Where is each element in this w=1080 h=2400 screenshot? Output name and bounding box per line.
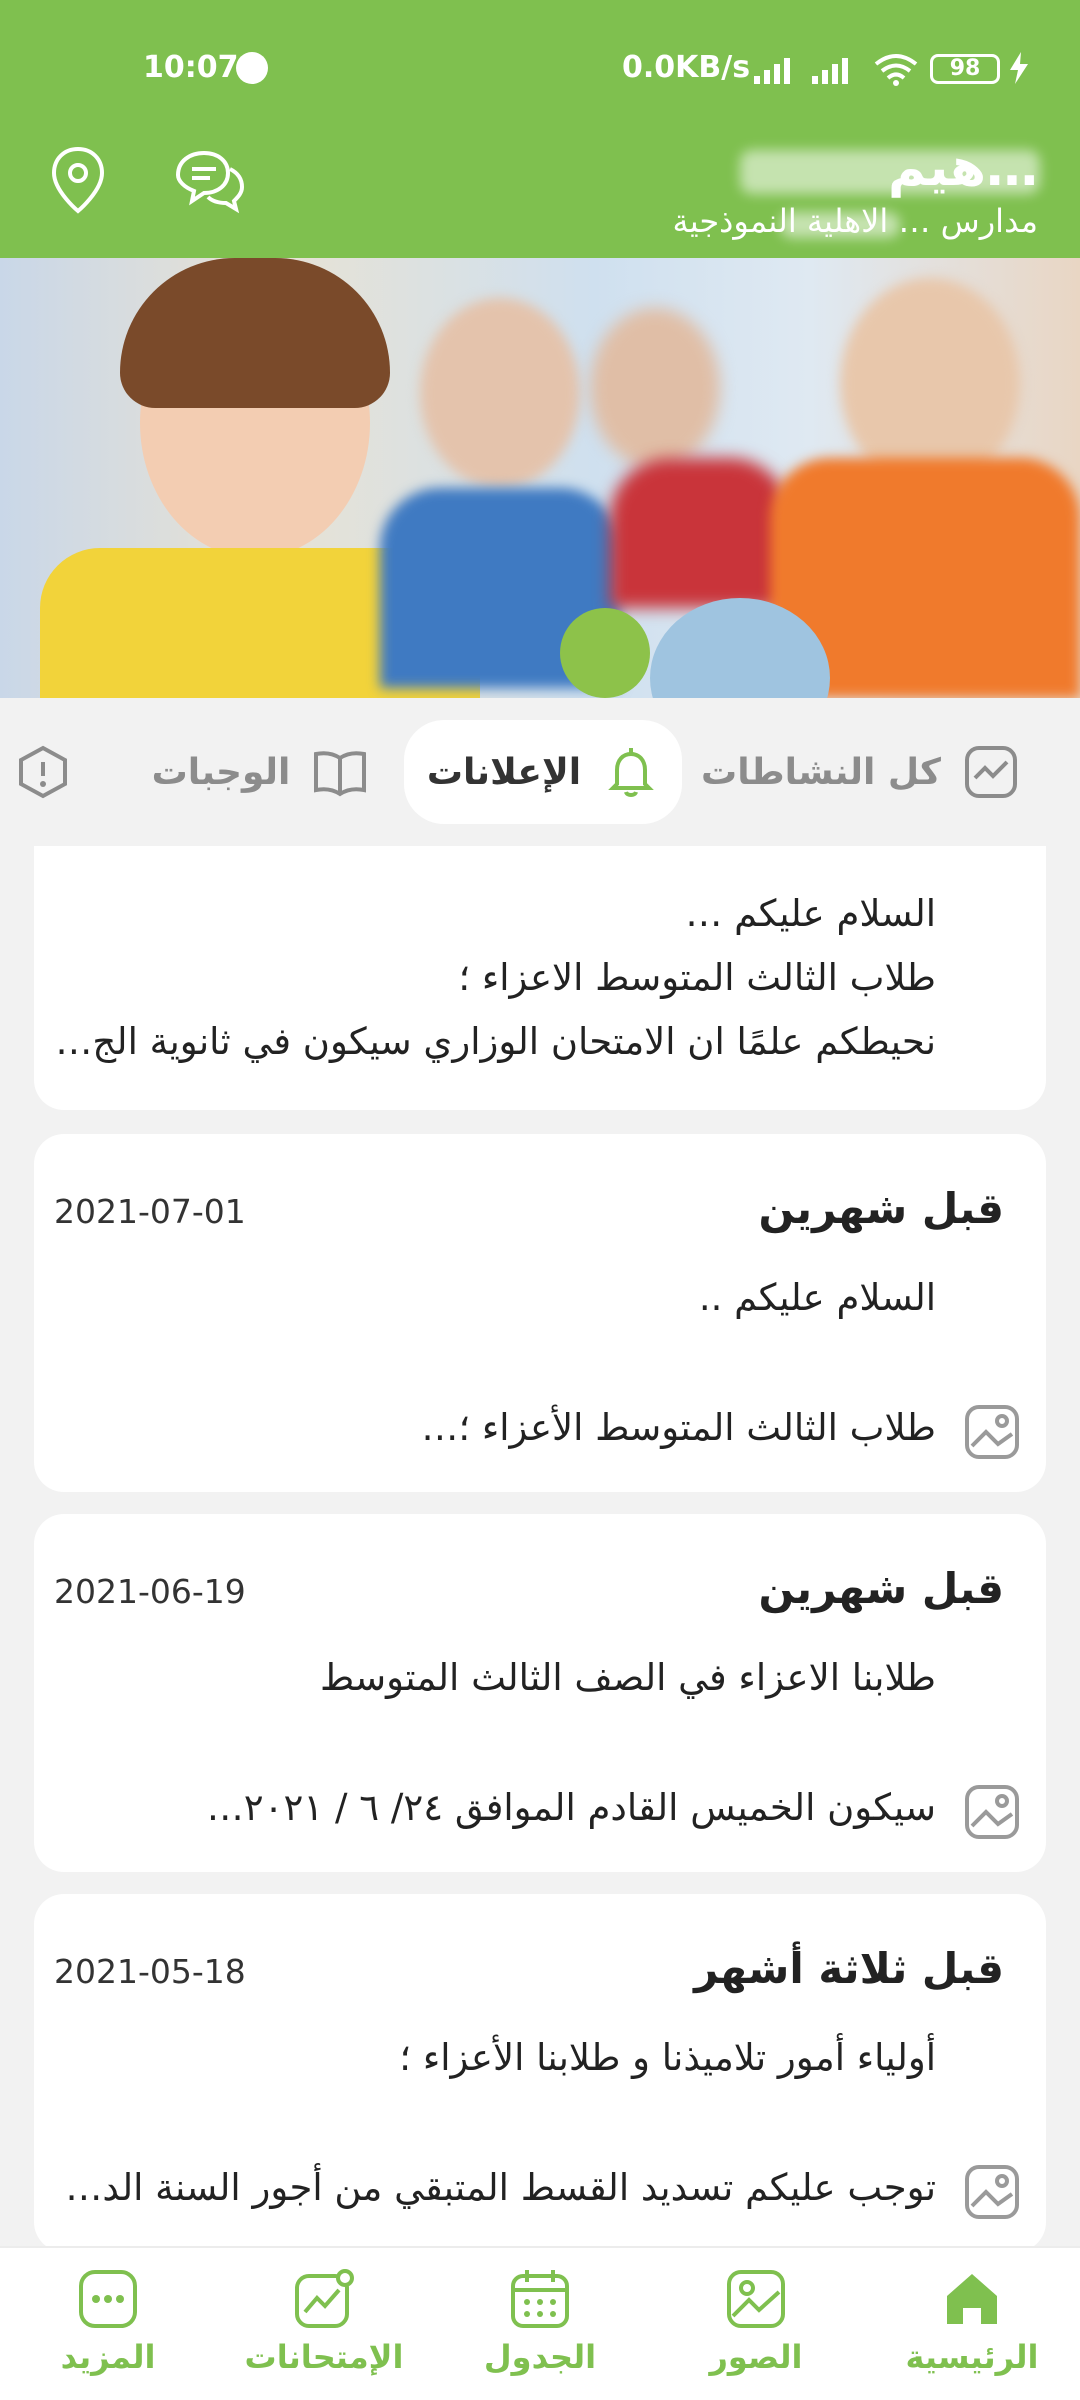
nav-photos[interactable]: الصور (656, 2268, 856, 2376)
signal-icon (812, 58, 848, 84)
net-speed: 0.0KB/s (622, 50, 751, 85)
announcement-card[interactable]: قبل ثلاثة أشهر 2021-05-18 أولياء أمور تل… (34, 1894, 1046, 2246)
hero-banner (0, 258, 1080, 698)
image-icon (965, 1405, 1019, 1459)
sim-icon (236, 52, 268, 84)
bell-icon (608, 748, 654, 797)
battery-icon: 98 (930, 54, 1000, 84)
nav-label: الجدول (483, 2338, 597, 2376)
announcement-card[interactable]: السلام عليكم … طلاب الثالث المتوسط الاعز… (34, 846, 1046, 1110)
time-ago: قبل شهرين (758, 1184, 1004, 1233)
tab-label: الوجبات (151, 751, 291, 793)
redacted-blur (780, 212, 900, 238)
announcement-date: 2021-05-18 (54, 1952, 246, 1991)
calendar-icon (511, 2270, 569, 2328)
activity-icon (964, 746, 1017, 798)
redacted-blur (740, 150, 1040, 194)
child-face (840, 278, 1020, 488)
image-icon (965, 2165, 1019, 2219)
signal-icon (754, 58, 790, 84)
apple-object (560, 608, 650, 698)
home-icon (947, 2274, 997, 2324)
announcement-text: سيكون الخميس القادم الموافق ٢٤/ ٦ / ٢٠٢١… (206, 1786, 936, 1829)
status-time: 10:07 (143, 50, 239, 85)
announcement-card[interactable]: قبل شهرين 2021-07-01 السلام عليكم .. طلا… (34, 1134, 1046, 1492)
child-shirt (610, 458, 790, 608)
announcement-text: طلاب الثالث المتوسط الاعزاء ؛ (458, 956, 936, 999)
announcement-date: 2021-06-19 (54, 1572, 246, 1611)
announcement-list[interactable]: السلام عليكم … طلاب الثالث المتوسط الاعز… (0, 846, 1080, 2246)
more-icon (79, 2270, 137, 2328)
time-ago: قبل شهرين (758, 1564, 1004, 1613)
tab-announcements[interactable]: الإعلانات (404, 720, 682, 824)
alert-icon (19, 745, 67, 799)
book-icon (314, 751, 367, 797)
tab-label: الإعلانات (426, 751, 582, 793)
tab-meals[interactable]: الوجبات (140, 720, 380, 824)
nav-label: الإمتحانات (244, 2338, 404, 2376)
image-icon (965, 1785, 1019, 1839)
nav-label: المزيد (60, 2338, 156, 2376)
announcement-text: نحيطكم علمًا ان الامتحان الوزاري سيكون ف… (55, 1020, 936, 1063)
announcement-date: 2021-07-01 (54, 1192, 246, 1231)
nav-more[interactable]: المزيد (8, 2268, 208, 2376)
nav-label: الرئيسية (905, 2338, 1039, 2376)
announcement-text: طلاب الثالث المتوسط الأعزاء ؛… (421, 1406, 936, 1449)
announcement-text: توجب عليكم تسديد القسط المتبقي من أجور ا… (65, 2166, 936, 2209)
time-ago: قبل ثلاثة أشهر (694, 1944, 1004, 1993)
tab-bar: كل النشاطات الإعلانات الوجبات (0, 698, 1080, 846)
nav-label: الصور (709, 2338, 803, 2376)
bottom-nav: الرئيسية الصور الجدول الإمتحانات المزيد (0, 2246, 1080, 2400)
announcement-text: السلام عليكم … (685, 892, 936, 935)
tab-more-partial[interactable] (10, 720, 76, 824)
location-icon[interactable] (46, 145, 110, 215)
child-face (420, 298, 580, 488)
announcement-text: طلابنا الاعزاء في الصف الثالث المتوسط (319, 1656, 936, 1699)
app-header: 10:07 0.0KB/s 98 …هيم مدارس … (0, 0, 1080, 258)
announcement-text: أولياء أمور تلاميذنا و طلابنا الأعزاء ؛ (399, 2036, 936, 2079)
photos-icon (727, 2270, 785, 2328)
announcement-card[interactable]: قبل شهرين 2021-06-19 طلابنا الاعزاء في ا… (34, 1514, 1046, 1872)
nav-home[interactable]: الرئيسية (872, 2268, 1072, 2376)
wifi-icon (874, 54, 918, 86)
status-bar: 10:07 0.0KB/s 98 (0, 50, 1080, 90)
nav-exams[interactable]: الإمتحانات (224, 2268, 424, 2376)
child-face (590, 308, 720, 468)
child-hair (120, 258, 390, 408)
announcement-text: السلام عليكم .. (698, 1276, 936, 1319)
nav-schedule[interactable]: الجدول (440, 2268, 640, 2376)
tab-all-activities[interactable]: كل النشاطات (690, 720, 1030, 824)
tab-label: كل النشاطات (701, 751, 941, 793)
chart-icon (295, 2269, 354, 2328)
chat-icon[interactable] (172, 145, 246, 215)
charging-icon (1010, 52, 1028, 84)
